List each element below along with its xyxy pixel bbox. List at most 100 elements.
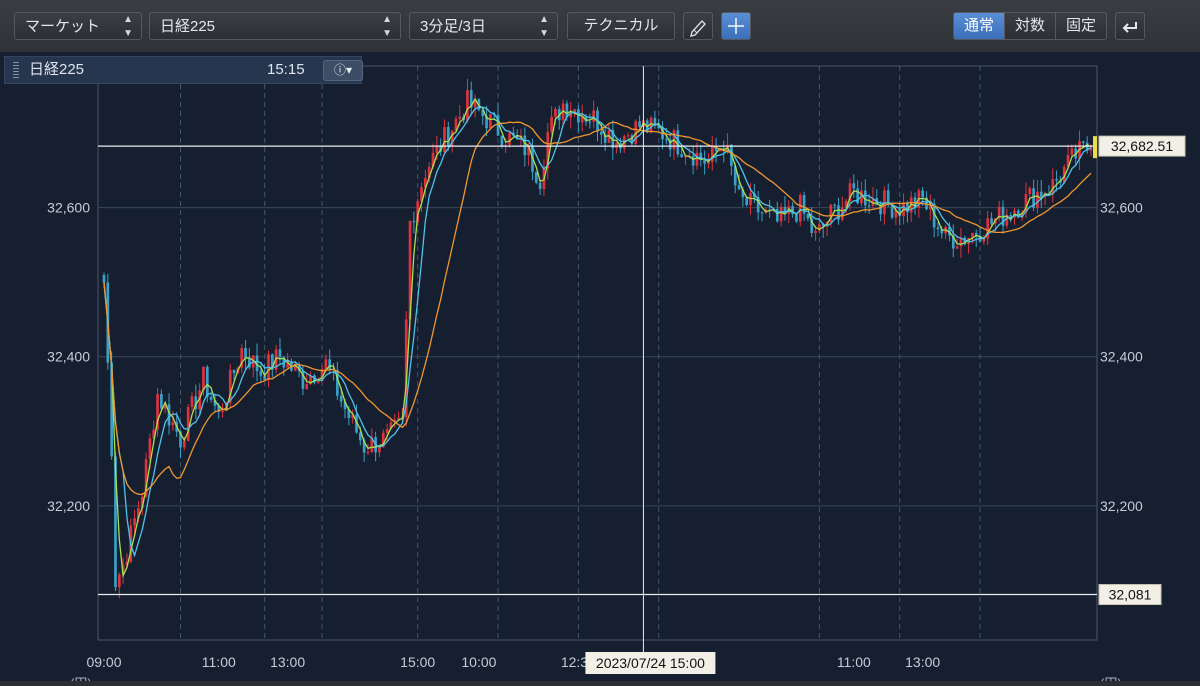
- return-arrow-icon: [1122, 22, 1137, 33]
- plot-frame: [97, 65, 1098, 641]
- price-line-label: 32,081: [1109, 587, 1152, 603]
- candle-body: [523, 135, 527, 156]
- candle-body: [760, 212, 764, 214]
- candle-body: [244, 348, 247, 359]
- candle-body: [133, 518, 136, 526]
- symbol-select-label: 日経225: [160, 18, 216, 35]
- symbol-select[interactable]: 日経225 ▲ ▼: [149, 12, 401, 40]
- technical-button[interactable]: テクニカル: [567, 12, 675, 40]
- candle-body: [955, 246, 959, 249]
- updown-chevron-icon: ▲ ▼: [539, 14, 549, 39]
- y-tick-label: 32,400: [47, 349, 90, 365]
- candle-body: [1016, 210, 1020, 218]
- candle-body: [190, 396, 194, 408]
- scale-normal-button[interactable]: 通常: [953, 12, 1005, 40]
- chart-area[interactable]: 32,200 32,200 32,400 32,400 32,600 32,600 09:0…: [0, 52, 1200, 686]
- undo-button[interactable]: [1115, 12, 1145, 40]
- candle-body: [534, 171, 538, 183]
- candle-body: [833, 204, 837, 206]
- candle-body: [316, 381, 320, 383]
- candle-body: [638, 121, 641, 127]
- candle-body: [446, 127, 450, 147]
- candle-body: [1070, 148, 1074, 156]
- candle-body: [339, 395, 343, 402]
- candle-body: [183, 440, 186, 448]
- candle-body: [1082, 141, 1085, 143]
- candle-body: [921, 190, 925, 198]
- ma-long-line: [103, 121, 1092, 496]
- candle-body: [378, 447, 381, 453]
- candle-body: [1055, 179, 1058, 181]
- candle-body: [1028, 188, 1032, 195]
- y-tick-label: 32,600: [47, 200, 90, 216]
- period-select[interactable]: 3分足/3日 ▲ ▼: [409, 12, 558, 40]
- candle-body: [538, 182, 542, 190]
- candle-body: [221, 411, 224, 413]
- y-unit-label-right: (円): [1100, 676, 1122, 681]
- candle-body: [102, 274, 106, 283]
- y-tick-label-right: 32,200: [1100, 498, 1143, 514]
- candle-body: [691, 155, 695, 166]
- ma-short-line: [103, 97, 1092, 579]
- crosshair-icon: [728, 18, 744, 34]
- market-select-label: マーケット: [25, 18, 101, 35]
- info-bar-time: 15:15: [267, 61, 305, 78]
- candlestick-chart[interactable]: 32,200 32,200 32,400 32,400 32,600 32,600 09:0…: [0, 52, 1200, 686]
- candle-body: [324, 359, 328, 370]
- candle-body: [305, 384, 309, 389]
- candle-body: [990, 218, 993, 224]
- candle-body: [171, 422, 175, 426]
- info-menu-button[interactable]: ⓘ▾: [323, 60, 363, 81]
- price-line-label: 32,682.51: [1111, 138, 1173, 154]
- scale-log-button[interactable]: 対数: [1004, 12, 1056, 40]
- candle-body: [160, 394, 163, 409]
- x-tick-label: 11:00: [202, 654, 236, 670]
- y-unit-label: (円): [70, 676, 92, 681]
- candle-body: [936, 227, 940, 230]
- candle-body: [795, 214, 798, 222]
- candle-body: [458, 116, 462, 119]
- candle-body: [599, 131, 603, 135]
- candle-body: [554, 108, 557, 117]
- period-select-label: 3分足/3日: [420, 18, 486, 35]
- last-price-marker: [1093, 136, 1097, 159]
- candle-body: [592, 110, 596, 122]
- candle-body: [710, 146, 714, 162]
- drag-grip-icon[interactable]: [13, 62, 19, 78]
- x-tick-label: 11:00: [837, 654, 871, 670]
- candle-body: [466, 90, 469, 121]
- draw-tool-button[interactable]: [683, 12, 713, 40]
- y-tick-label-right: 32,400: [1100, 349, 1143, 365]
- candle-body: [366, 452, 370, 454]
- info-icon: ⓘ▾: [333, 63, 353, 77]
- candle-body: [443, 127, 446, 152]
- candle-body: [205, 366, 209, 397]
- ma-mid-line: [103, 106, 1092, 558]
- candle-body: [680, 154, 683, 158]
- candle-body: [167, 404, 171, 426]
- y-tick-label-right: 32,600: [1100, 200, 1143, 216]
- crosshair-button[interactable]: [721, 12, 751, 40]
- candle-body: [737, 185, 741, 190]
- x-tick-label: 13:00: [270, 654, 305, 670]
- candle-body: [695, 152, 699, 166]
- candle-body: [550, 116, 553, 133]
- candle-body: [489, 114, 492, 129]
- updown-chevron-icon: ▲ ▼: [382, 14, 392, 39]
- candle-body: [588, 121, 592, 123]
- updown-chevron-icon: ▲ ▼: [123, 14, 133, 39]
- candle-body: [232, 369, 236, 374]
- candle-body: [259, 371, 263, 376]
- candle-body: [1039, 191, 1043, 197]
- candle-body: [1036, 191, 1039, 208]
- candle-body: [577, 109, 580, 123]
- scale-fixed-button[interactable]: 固定: [1055, 12, 1107, 40]
- candle-body: [745, 197, 749, 206]
- candle-body: [186, 407, 190, 441]
- candle-body: [278, 349, 282, 358]
- market-select[interactable]: マーケット ▲ ▼: [14, 12, 142, 40]
- y-tick-label: 32,200: [47, 498, 90, 514]
- toolbar: マーケット ▲ ▼ 日経225 ▲ ▼ 3分足/3日 ▲ ▼ テクニカル 通常 対数 …: [0, 0, 1200, 53]
- x-tick-label: 15:00: [400, 654, 435, 670]
- x-tick-label: 09:00: [86, 654, 121, 670]
